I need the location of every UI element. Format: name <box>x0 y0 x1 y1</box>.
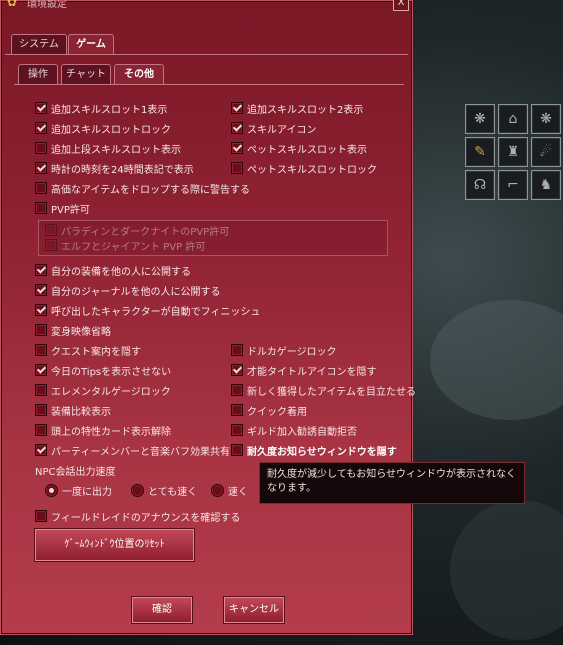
option-pvp-elf[interactable]: エルフとジャイアント PVP 許可 <box>45 238 205 253</box>
tab-controls[interactable]: 操作 <box>18 64 58 84</box>
ok-button[interactable]: 確認 <box>132 597 192 623</box>
option-party-buff[interactable]: パーティーメンバーと音楽バフ効果共有 <box>35 443 230 458</box>
checkbox[interactable] <box>231 162 243 174</box>
option-auto-finish[interactable]: 呼び出したキャラクターが自動でフィニッシュ <box>35 303 260 318</box>
option-hide-quest[interactable]: クエスト案内を隠す <box>35 343 141 358</box>
option-guild-refuse[interactable]: ギルド加入勧誘自動拒否 <box>231 423 357 438</box>
checkbox[interactable] <box>35 162 47 174</box>
checkbox[interactable] <box>35 264 47 276</box>
checkbox[interactable] <box>35 304 47 316</box>
tab-chat[interactable]: チャット <box>61 64 111 84</box>
option-slot-lock[interactable]: 追加スキルスロットロック <box>35 121 171 136</box>
option-dorka-lock[interactable]: ドルカゲージロック <box>231 343 337 358</box>
option-share-equip[interactable]: 自分の装備を他の人に公開する <box>35 263 191 278</box>
checkbox[interactable] <box>35 404 47 416</box>
checkbox[interactable] <box>35 324 47 336</box>
checkbox[interactable] <box>45 239 57 251</box>
option-skill-icon[interactable]: スキルアイコン <box>231 121 317 136</box>
checkbox[interactable] <box>35 364 47 376</box>
option-hide-title[interactable]: 才能タイトルアイコンを隠す <box>231 363 377 378</box>
option-transform-skip[interactable]: 変身映像省略 <box>35 323 111 338</box>
option-slot2[interactable]: 追加スキルスロット2表示 <box>231 101 363 116</box>
checkbox[interactable] <box>231 444 243 456</box>
option-hide-tips[interactable]: 今日のTipsを表示させない <box>35 363 171 378</box>
checkbox[interactable] <box>35 202 47 214</box>
tab-game[interactable]: ゲーム <box>68 34 114 54</box>
checkbox[interactable] <box>45 224 57 236</box>
close-button[interactable]: X <box>393 0 409 11</box>
checkbox[interactable] <box>231 424 243 436</box>
window-title: 環境設定 <box>27 0 67 10</box>
tooltip: 耐久度が減少してもお知らせウィンドウが表示されなくなります。 <box>259 462 525 504</box>
option-field-raid[interactable]: フィールドレイドのアナウンスを確認する <box>35 509 240 524</box>
option-highlight-new[interactable]: 新しく獲得したアイテムを目立たせる <box>231 383 416 398</box>
checkbox[interactable] <box>231 344 243 356</box>
tab-divider <box>5 54 408 55</box>
title-bar[interactable]: ✿ 環境設定 X <box>1 0 412 11</box>
background-rock <box>450 500 563 640</box>
armor-icon[interactable]: ♞ <box>531 170 561 200</box>
radio-button[interactable] <box>45 484 58 497</box>
checkbox[interactable] <box>35 122 47 134</box>
checkbox[interactable] <box>35 142 47 154</box>
option-slot1[interactable]: 追加スキルスロット1表示 <box>35 101 167 116</box>
checkbox[interactable] <box>35 384 47 396</box>
glove-icon[interactable]: ☄ <box>531 137 561 167</box>
checkbox[interactable] <box>35 284 47 296</box>
option-pvp[interactable]: PVP許可 <box>35 201 90 216</box>
shirt-icon[interactable]: ♜ <box>498 137 528 167</box>
option-quick-equip[interactable]: クイック着用 <box>231 403 307 418</box>
checkbox[interactable] <box>231 404 243 416</box>
radio-very-fast[interactable]: とても速く <box>131 483 197 498</box>
checkbox[interactable] <box>35 424 47 436</box>
subtab-divider <box>14 84 404 85</box>
radio-instant[interactable]: 一度に出力 <box>45 483 112 498</box>
checkbox[interactable] <box>231 384 243 396</box>
wing-icon[interactable]: ❋ <box>465 104 495 134</box>
checkbox[interactable] <box>231 122 243 134</box>
radio-fast[interactable]: 速く <box>211 483 248 498</box>
boot-icon[interactable]: ⌐ <box>498 170 528 200</box>
option-upper-slot[interactable]: 追加上段スキルスロット表示 <box>35 141 181 156</box>
checkbox[interactable] <box>231 364 243 376</box>
npc-speed-label: NPC会話出力速度 <box>35 467 116 478</box>
tab-system[interactable]: システム <box>11 34 67 54</box>
option-share-journal[interactable]: 自分のジャーナルを他の人に公開する <box>35 283 221 298</box>
house-icon[interactable]: ⌂ <box>498 104 528 134</box>
option-clock24[interactable]: 時計の時刻を24時間表記で表示 <box>35 161 194 176</box>
background-rock <box>430 300 563 420</box>
shoe-icon[interactable]: ☊ <box>465 170 495 200</box>
checkbox[interactable] <box>35 102 47 114</box>
settings-window: ✿ 環境設定 X システム ゲーム 操作 チャット その他 追加スキルスロット1… <box>0 0 416 635</box>
checkbox[interactable] <box>35 182 47 194</box>
checkbox[interactable] <box>35 444 47 456</box>
option-elemental-lock[interactable]: エレメンタルゲージロック <box>35 383 171 398</box>
radio-button[interactable] <box>211 484 224 497</box>
reset-window-position-button[interactable]: ｹﾞｰﾑｳｨﾝﾄﾞｳ位置のﾘｾｯﾄ <box>35 529 194 561</box>
gear-icon: ✿ <box>7 0 18 9</box>
option-durability[interactable]: 耐久度お知らせウィンドウを隠す <box>231 443 397 458</box>
checkbox[interactable] <box>231 102 243 114</box>
checkbox[interactable] <box>231 142 243 154</box>
checkbox[interactable] <box>35 344 47 356</box>
tab-other[interactable]: その他 <box>114 64 164 84</box>
option-pet-slot[interactable]: ペットスキルスロット表示 <box>231 141 367 156</box>
option-card-off[interactable]: 頭上の特性カード表示解除 <box>35 423 171 438</box>
brush-icon[interactable]: ✎ <box>465 137 495 167</box>
option-pvp-paladin[interactable]: パラディンとダークナイトのPVP許可 <box>45 223 229 238</box>
option-pet-lock[interactable]: ペットスキルスロットロック <box>231 161 377 176</box>
option-equip-compare[interactable]: 装備比較表示 <box>35 403 111 418</box>
cancel-button[interactable]: キャンセル <box>224 597 284 623</box>
option-drop-warn[interactable]: 高価なアイテムをドロップする際に警告する <box>35 181 250 196</box>
checkbox[interactable] <box>35 510 47 522</box>
wing-icon[interactable]: ❋ <box>531 104 561 134</box>
radio-button[interactable] <box>131 484 144 497</box>
